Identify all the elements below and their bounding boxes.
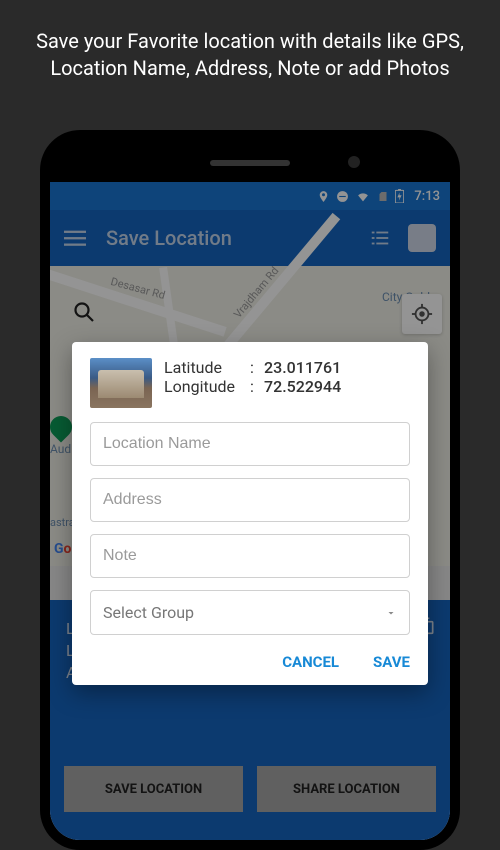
phone-inner: 7:13 Save Location Desasar Rd <box>50 140 450 840</box>
group-select-label: Select Group <box>103 603 194 622</box>
promo-text: Save your Favorite location with details… <box>0 0 500 100</box>
save-button[interactable]: SAVE <box>373 653 410 671</box>
phone-speaker <box>210 160 290 166</box>
phone-camera <box>348 156 360 168</box>
screen: 7:13 Save Location Desasar Rd <box>50 182 450 840</box>
location-name-input[interactable] <box>90 422 410 466</box>
latitude-label: Latitude <box>164 358 244 377</box>
group-select[interactable]: Select Group <box>90 590 410 635</box>
address-input[interactable] <box>90 478 410 522</box>
note-input[interactable] <box>90 534 410 578</box>
phone-frame: 7:13 Save Location Desasar Rd <box>40 130 460 850</box>
coordinates-section: Latitude : 23.011761 Longitude : 72.5229… <box>90 358 410 408</box>
cancel-button[interactable]: CANCEL <box>282 653 339 671</box>
longitude-label: Longitude <box>164 377 244 396</box>
chevron-down-icon <box>385 607 397 619</box>
save-location-dialog: Latitude : 23.011761 Longitude : 72.5229… <box>72 342 428 685</box>
location-thumbnail[interactable] <box>90 358 152 408</box>
latitude-value: 23.011761 <box>264 358 341 377</box>
longitude-value: 72.522944 <box>264 377 341 396</box>
